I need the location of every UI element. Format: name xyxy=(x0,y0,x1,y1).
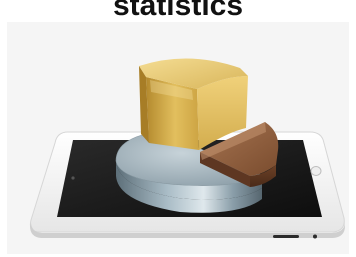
home-button-icon xyxy=(310,166,322,176)
pie-chart-3d xyxy=(115,58,279,213)
page: statistics xyxy=(0,0,356,257)
tablet-pie-chart-illustration xyxy=(29,58,345,239)
camera-icon xyxy=(71,176,75,180)
